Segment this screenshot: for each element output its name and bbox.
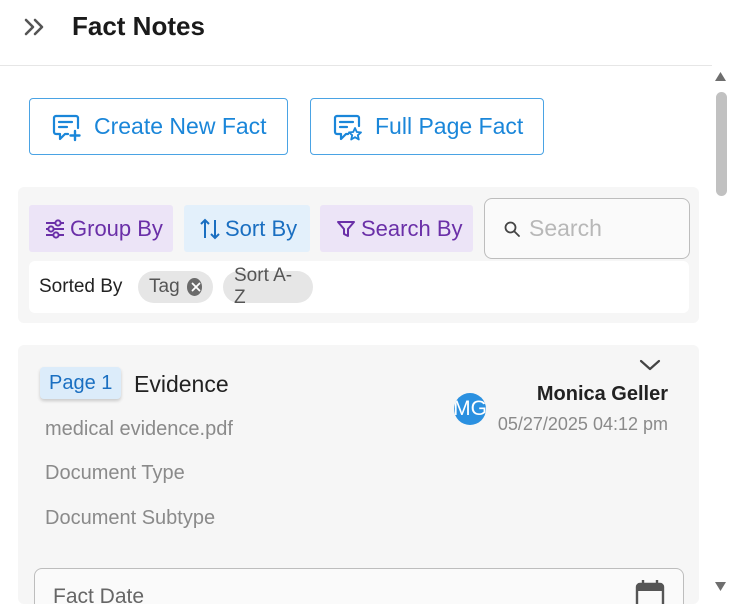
remove-chip-icon[interactable] [186, 278, 202, 296]
timestamp: 05/27/2025 04:12 pm [497, 414, 668, 434]
scroll-down-arrow-icon[interactable] [715, 582, 726, 591]
avatar: MG [454, 393, 486, 425]
header: Fact Notes [0, 0, 712, 66]
sort-chip-tag[interactable]: Tag [138, 271, 213, 303]
search-input[interactable] [529, 215, 679, 242]
note-add-icon [52, 114, 81, 141]
note-star-icon [333, 114, 362, 140]
scrollbar[interactable] [712, 66, 729, 604]
sort-chip-order[interactable]: Sort A-Z [223, 265, 313, 308]
page-title: Fact Notes [72, 11, 205, 41]
full-page-fact-button[interactable]: Full Page Fact [310, 98, 544, 155]
sort-chip-order-label: Sort A-Z [234, 265, 293, 308]
sort-by-label: Sort By [225, 215, 298, 241]
fact-date-field[interactable]: Fact Date [34, 568, 684, 604]
double-chevron-right-icon[interactable] [22, 16, 48, 38]
fact-file-name: medical evidence.pdf [45, 418, 233, 440]
sorted-by-row: Sorted By Tag Sort A-Z [29, 261, 689, 313]
search-icon [504, 221, 520, 237]
sort-arrows-icon [200, 218, 220, 239]
create-new-fact-label: Create New Fact [94, 113, 267, 139]
group-by-button[interactable]: Group By [29, 205, 173, 252]
scroll-up-arrow-icon[interactable] [715, 72, 726, 81]
search-by-button[interactable]: Search By [320, 205, 473, 252]
search-field[interactable] [484, 198, 690, 259]
group-by-label: Group By [70, 215, 163, 241]
sliders-icon [46, 218, 64, 239]
sorted-by-label: Sorted By [39, 276, 123, 297]
fact-title: Evidence [134, 371, 229, 397]
sort-by-button[interactable]: Sort By [184, 205, 310, 252]
create-new-fact-button[interactable]: Create New Fact [29, 98, 288, 155]
sort-chip-tag-label: Tag [149, 276, 180, 297]
full-page-fact-label: Full Page Fact [375, 113, 524, 139]
filter-panel: Group By Sort By Search By Sorted By Tag [18, 187, 699, 323]
filter-icon [337, 220, 355, 237]
page-badge[interactable]: Page 1 [40, 367, 122, 399]
fact-date-placeholder: Fact Date [53, 585, 145, 604]
scrollbar-thumb[interactable] [716, 92, 727, 196]
author-name: Monica Geller [536, 383, 668, 405]
calendar-icon[interactable] [635, 579, 665, 604]
chevron-down-icon[interactable] [638, 355, 662, 375]
document-subtype: Document Subtype [45, 507, 216, 529]
fact-card[interactable]: Page 1 Evidence medical evidence.pdf Doc… [18, 345, 699, 604]
document-type: Document Type [45, 462, 185, 484]
search-by-label: Search By [361, 215, 463, 241]
